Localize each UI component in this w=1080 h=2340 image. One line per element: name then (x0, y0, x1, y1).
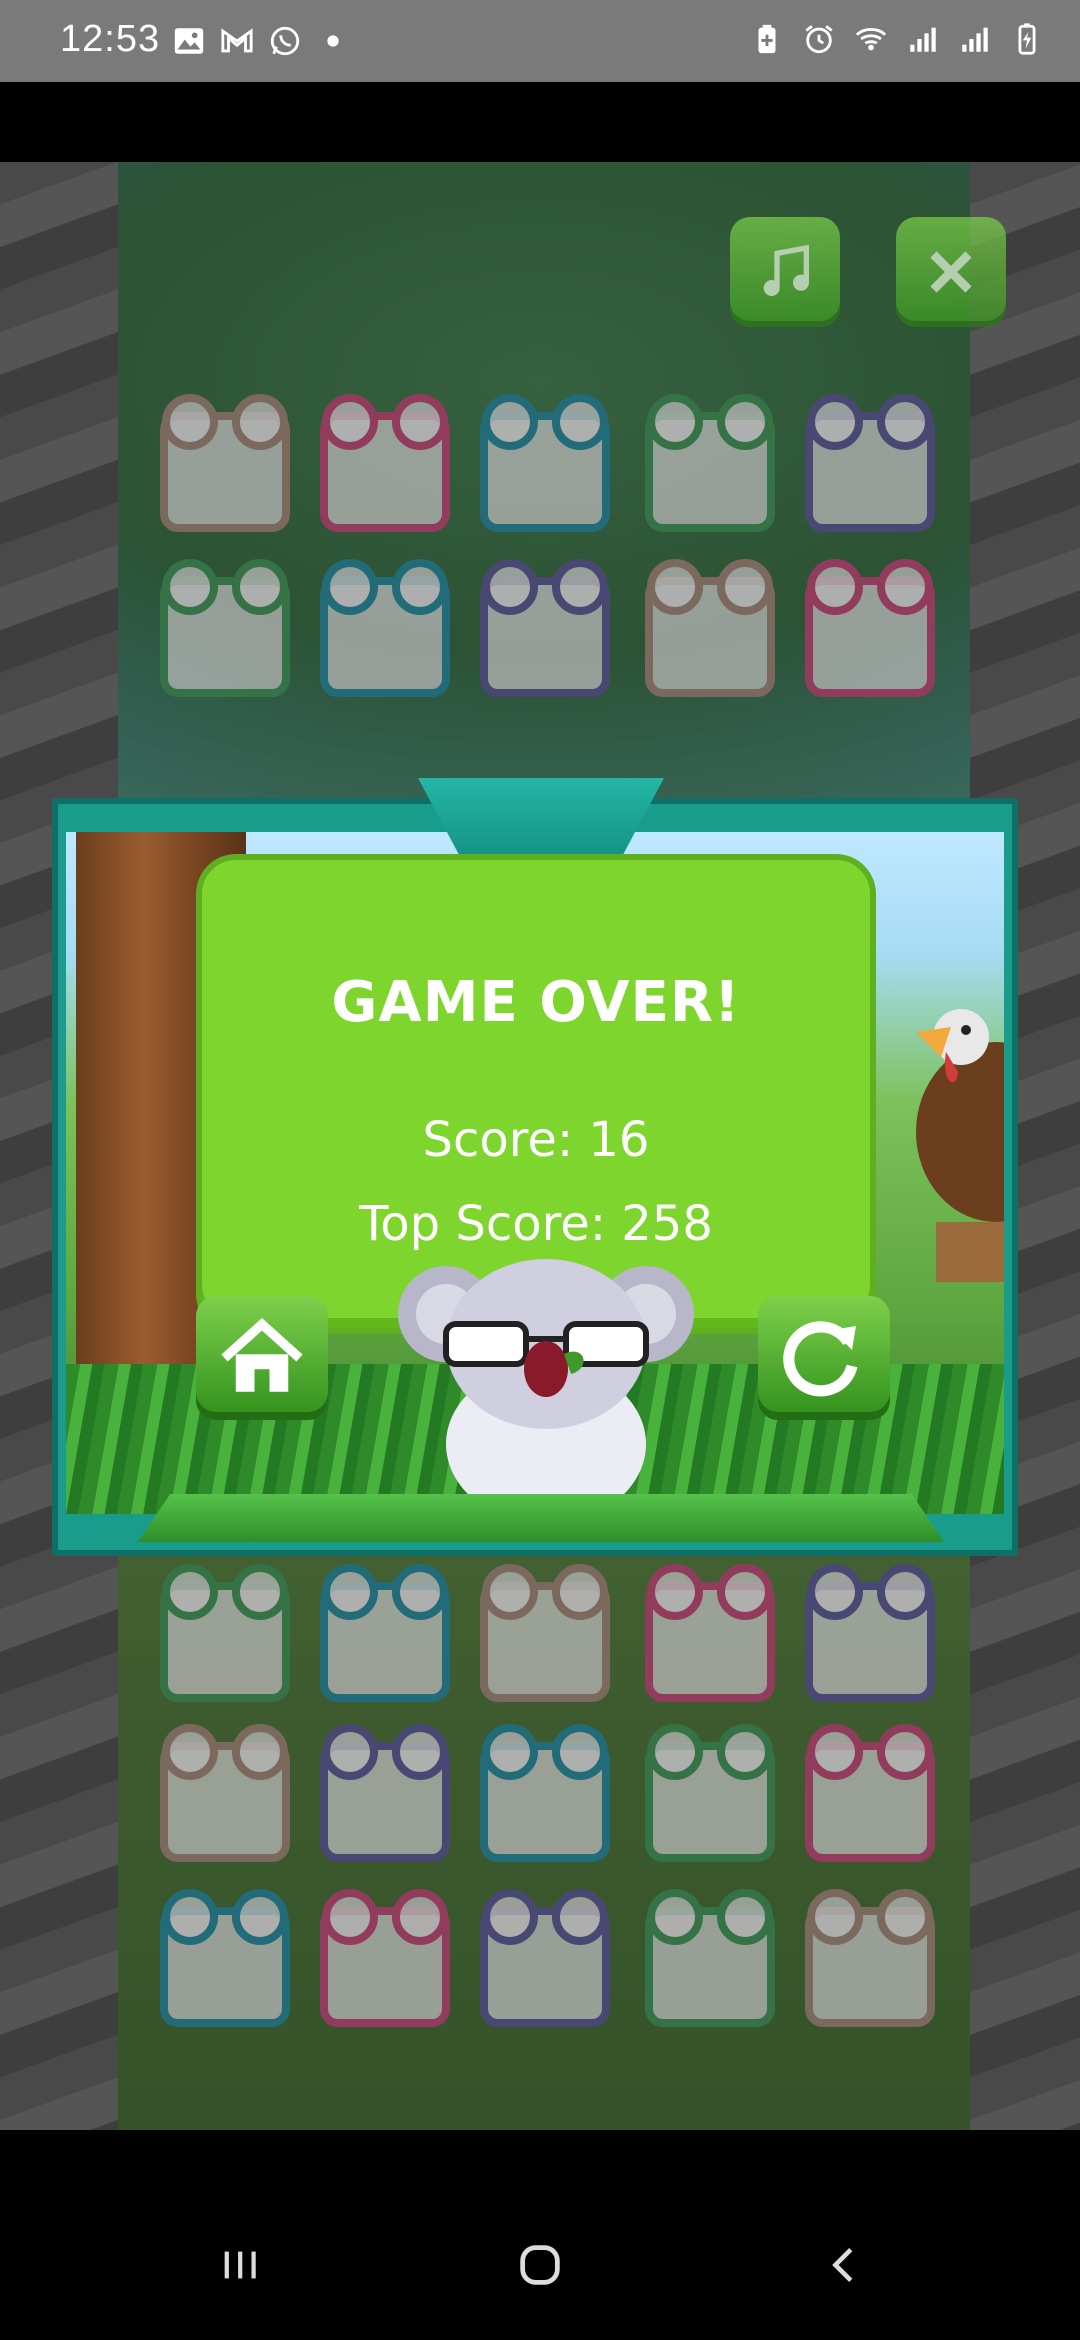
gmail-icon (221, 28, 253, 53)
status-right-icons (750, 22, 1044, 56)
status-left-icons (172, 24, 350, 58)
home-icon (221, 1317, 303, 1392)
back-button[interactable] (815, 2235, 875, 2295)
recents-button[interactable] (210, 2235, 270, 2295)
close-icon (930, 251, 972, 293)
turkey-character (916, 1009, 1004, 1282)
signal-icon-2 (962, 27, 988, 52)
dialog-bottom-bar (138, 1494, 944, 1542)
koala-character (398, 1259, 694, 1494)
close-button[interactable] (896, 217, 1006, 327)
image-icon (174, 28, 204, 54)
back-icon (832, 2248, 853, 2282)
score-text: Score: 16 (422, 1112, 650, 1168)
home-button[interactable] (196, 1296, 328, 1420)
home-circle-icon (520, 2245, 560, 2285)
battery-saver-icon (758, 24, 776, 54)
nav-home-button[interactable] (510, 2235, 570, 2295)
restart-button[interactable] (758, 1296, 890, 1420)
recents-icon (224, 2251, 256, 2279)
battery-icon (1018, 23, 1036, 55)
navigation-bar (0, 2130, 1080, 2340)
dot-icon (327, 35, 339, 47)
music-note-icon (763, 244, 809, 296)
wifi-icon (855, 28, 887, 51)
signal-icon (910, 27, 936, 52)
status-bar: 12:53 (0, 0, 1080, 82)
music-button[interactable] (730, 217, 840, 327)
restart-icon (783, 1321, 858, 1397)
whatsapp-icon (270, 26, 300, 56)
game-over-dialog: GAME OVER! Score: 16 Top Score: 258 (52, 778, 1018, 1556)
status-time: 12:53 (60, 18, 161, 60)
game-over-title: GAME OVER! (331, 970, 741, 1035)
alarm-icon (805, 25, 833, 54)
